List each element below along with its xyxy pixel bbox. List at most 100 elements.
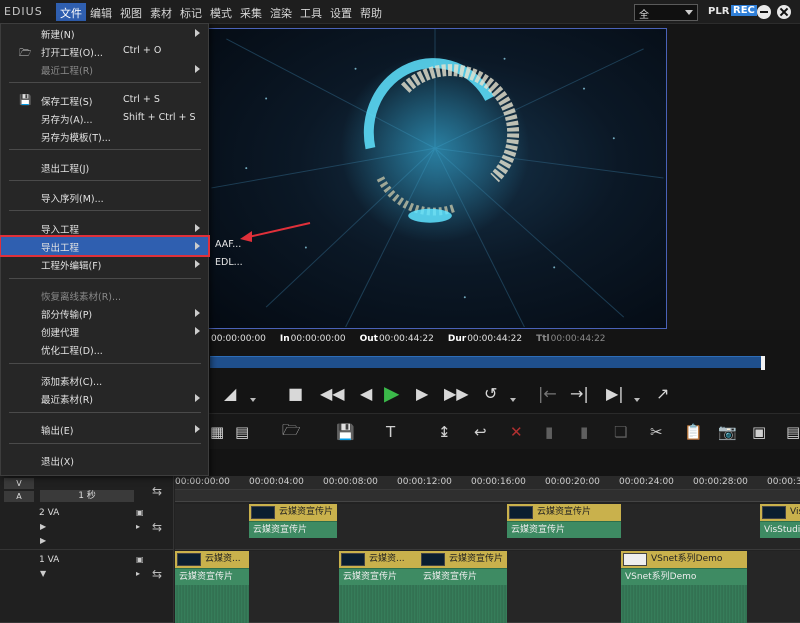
export-icon[interactable]: ↗	[656, 382, 669, 404]
fast-forward-icon[interactable]: ▶▶	[444, 382, 469, 404]
track-header-1va[interactable]: 1 VA ▼ ▣ ▸ ⇆	[0, 551, 174, 623]
menu-help[interactable]: 帮助	[356, 3, 386, 21]
close-icon[interactable]	[777, 5, 791, 19]
swap-icon[interactable]: ⇆	[152, 567, 162, 581]
timeline-ruler[interactable]: 00:00:00:00 00:00:04:00 00:00:08:00 00:0…	[175, 476, 800, 490]
menu-item-open-project[interactable]: 🗁 打开工程(O)... Ctrl + O	[1, 42, 208, 60]
delete-icon[interactable]: ✕	[510, 422, 523, 442]
track-a-header[interactable]: A	[4, 491, 34, 502]
timeline-clip[interactable]: VSnet系列Demo VSnet系列Demo	[621, 551, 747, 623]
menu-item-external-edit[interactable]: 工程外编辑(F)	[1, 255, 208, 273]
minimize-icon[interactable]	[757, 5, 771, 19]
title-icon[interactable]: T	[386, 422, 395, 442]
menu-item-exit[interactable]: 退出(X)	[1, 451, 208, 469]
timeline-clip[interactable]: 云媒资宣传片 云媒资宣传片	[419, 551, 507, 623]
loop-icon[interactable]: ↺	[484, 382, 497, 404]
menu-item-recent-clips[interactable]: 最近素材(R)	[1, 389, 208, 407]
menu-item-create-proxy[interactable]: 创建代理	[1, 322, 208, 340]
menu-clip[interactable]: 素材	[146, 3, 176, 21]
lock-icon[interactable]: ▣	[136, 555, 144, 564]
camera-icon[interactable]: 📷	[718, 422, 737, 442]
timeline-clip[interactable]: 云媒资宣传片 云媒资宣传片	[249, 504, 337, 540]
scrubber-handle[interactable]	[761, 356, 765, 370]
track-v-header[interactable]: V	[4, 478, 34, 489]
step-forward-icon[interactable]: ▶	[416, 382, 428, 404]
menu-marker[interactable]: 标记	[176, 3, 206, 21]
menu-mode[interactable]: 模式	[206, 3, 236, 21]
menu-item-partial-transfer[interactable]: 部分传输(P)	[1, 304, 208, 322]
menu-item-optimize-project[interactable]: 优化工程(D)...	[1, 340, 208, 358]
menu-item-save-as-template[interactable]: 另存为模板(T)...	[1, 127, 208, 145]
menu-item-recent-projects[interactable]: 最近工程(R)	[1, 60, 208, 78]
menu-file[interactable]: 文件	[56, 3, 86, 21]
menu-item-new[interactable]: 新建(N)	[1, 24, 208, 42]
timecode-out[interactable]: Out00:00:44:22	[360, 334, 434, 348]
menu-item-import-project[interactable]: 导入工程	[1, 219, 208, 237]
scissors-icon[interactable]: ✂	[650, 422, 663, 442]
track-1va[interactable]: 云媒资... 云媒资宣传片 云媒资... 云媒资宣传片 云媒资宣传片 云媒资宣传…	[175, 551, 800, 623]
preview-video[interactable]	[205, 28, 667, 329]
sequence-icon[interactable]: ▤	[235, 422, 249, 442]
preset-select[interactable]: 全	[634, 4, 698, 21]
prev-edit-icon[interactable]: |←	[538, 382, 557, 404]
chevron-down-icon[interactable]	[634, 398, 640, 402]
chevron-down-icon[interactable]	[510, 398, 516, 402]
chevron-down-icon[interactable]: ▼	[40, 569, 46, 578]
menu-item-close-project[interactable]: 退出工程(J)	[1, 158, 208, 176]
swap-icon[interactable]: ⇆	[152, 520, 162, 534]
menu-tools[interactable]: 工具	[296, 3, 326, 21]
timeline-clip[interactable]: 云媒资... 云媒资宣传片	[339, 551, 419, 623]
play-icon[interactable]: ▶	[384, 381, 399, 405]
next-edit-icon[interactable]: →|	[570, 382, 589, 404]
expand-icon[interactable]: ▶	[40, 536, 46, 545]
cut-link-icon[interactable]: ▮	[545, 422, 553, 442]
timecode-in[interactable]: In00:00:00:00	[280, 334, 346, 348]
insert-icon[interactable]: ▶|	[606, 382, 624, 404]
rec-badge[interactable]: REC	[731, 5, 757, 16]
speaker-icon[interactable]: ▸	[136, 522, 140, 531]
menu-item-output[interactable]: 输出(E)	[1, 420, 208, 438]
more-icon[interactable]: ▤	[786, 422, 800, 442]
track-header-2va[interactable]: 2 VA ▶ ▶ ▣ ▸ ⇆	[0, 504, 174, 550]
timeline-clip[interactable]: 云媒资宣传片 云媒资宣传片	[507, 504, 621, 540]
folder-icon[interactable]: 🗁	[282, 421, 301, 442]
clipboard-icon[interactable]: 📋	[684, 422, 703, 442]
grid-icon[interactable]: ▦	[210, 422, 224, 442]
menu-item-restore-offline[interactable]: 恢复离线素材(R)...	[1, 286, 208, 304]
menu-settings[interactable]: 设置	[326, 3, 356, 21]
mark-icon[interactable]: ◢	[224, 382, 236, 404]
menu-edit[interactable]: 编辑	[86, 3, 116, 21]
speaker-icon[interactable]: ▸	[136, 569, 140, 578]
menu-view[interactable]: 视图	[116, 3, 146, 21]
copy-icon[interactable]: ❏	[614, 422, 627, 442]
ruler-ticks[interactable]	[175, 490, 800, 502]
insert-clip-icon[interactable]: ↨	[438, 422, 451, 442]
expand-icon[interactable]: ▶	[40, 522, 46, 531]
playback-scrubber[interactable]	[210, 356, 765, 370]
menu-item-import-sequence[interactable]: 导入序列(M)...	[1, 188, 208, 206]
plr-label[interactable]: PLR	[708, 6, 729, 17]
step-back-icon[interactable]: ◀	[360, 382, 372, 404]
stop-icon[interactable]: ■	[288, 382, 303, 404]
save-icon[interactable]: 💾	[336, 422, 355, 442]
menu-item-export-project[interactable]: 导出工程	[0, 235, 210, 257]
timecode-row: 00:00:00:00 In00:00:00:00 Out00:00:44:22…	[210, 334, 606, 348]
swap-icon[interactable]: ⇆	[152, 484, 162, 498]
timeline-zoom-select[interactable]: 1 秒	[40, 490, 134, 502]
snapshot-icon[interactable]: ▣	[752, 422, 766, 442]
track-2va[interactable]: 云媒资宣传片 云媒资宣传片 云媒资宣传片 云媒资宣传片 VisS VisStud…	[175, 504, 800, 550]
chevron-down-icon[interactable]	[250, 398, 256, 402]
menu-capture[interactable]: 采集	[236, 3, 266, 21]
lock-icon[interactable]: ▣	[136, 508, 144, 517]
overwrite-clip-icon[interactable]: ↩	[474, 422, 487, 442]
timeline-clip[interactable]: VisS VisStudio	[760, 504, 800, 540]
menu-item-save-as[interactable]: 另存为(A)... Shift + Ctrl + S	[1, 109, 208, 127]
ripple-icon[interactable]: ▮	[580, 422, 588, 442]
timeline-clip[interactable]: 云媒资... 云媒资宣传片	[175, 551, 249, 623]
export-edl[interactable]: EDL...	[210, 254, 270, 272]
rewind-icon[interactable]: ◀◀	[320, 382, 345, 404]
menu-item-add-clip[interactable]: 添加素材(C)...	[1, 371, 208, 389]
clip-thumbnail	[762, 506, 786, 519]
menu-render[interactable]: 渲染	[266, 3, 296, 21]
menu-item-save-project[interactable]: 💾 保存工程(S) Ctrl + S	[1, 91, 208, 109]
